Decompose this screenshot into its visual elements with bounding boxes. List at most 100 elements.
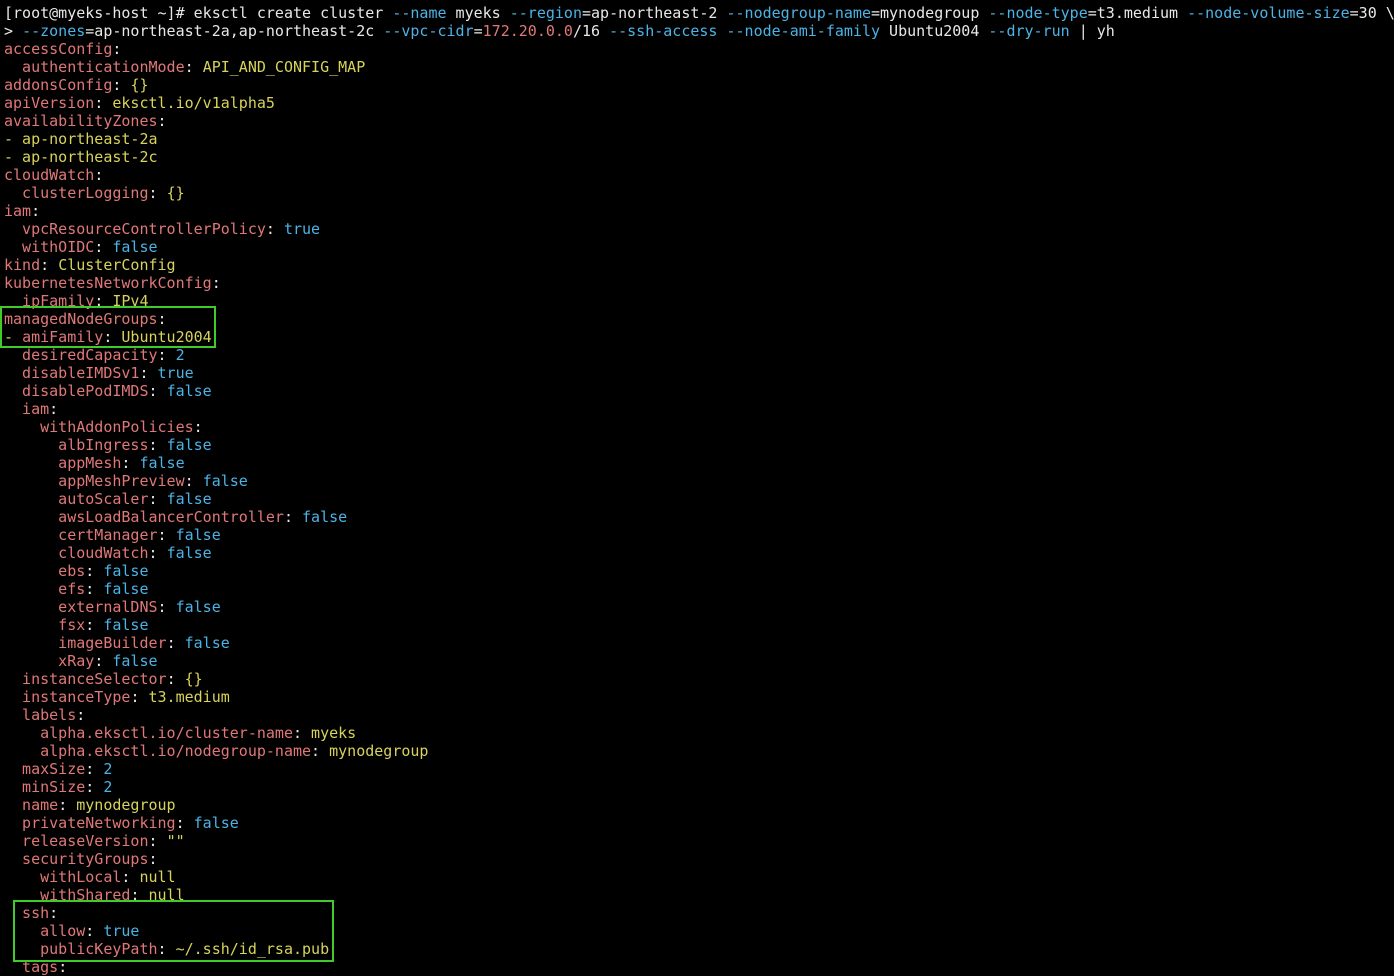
yaml-line: withAddonPolicies: <box>4 418 1394 436</box>
terminal-text-segment: : <box>139 364 158 382</box>
yaml-line: iam: <box>4 202 1394 220</box>
terminal-text-segment: false <box>103 580 149 598</box>
terminal-text-segment: vpcResourceControllerPolicy <box>4 220 266 238</box>
terminal-text-segment: ebs <box>4 562 86 580</box>
terminal-text-segment: : <box>121 868 140 886</box>
terminal-text-segment: labels <box>4 706 77 724</box>
terminal-text-segment: > <box>4 22 23 40</box>
terminal-text-segment: --node-ami-family <box>726 22 881 40</box>
yaml-line: labels: <box>4 706 1394 724</box>
yaml-line: albIngress: false <box>4 436 1394 454</box>
terminal-text-segment: =30 \ <box>1349 4 1394 22</box>
terminal-text-segment: --ssh-access <box>609 22 718 40</box>
yaml-line: appMesh: false <box>4 454 1394 472</box>
terminal-text-segment: alpha.eksctl.io/cluster-name <box>4 724 293 742</box>
terminal-text-segment: iam <box>4 400 50 418</box>
terminal-text-segment: false <box>166 544 212 562</box>
highlight-box-managed-node-groups <box>0 306 216 348</box>
yaml-line: disablePodIMDS: false <box>4 382 1394 400</box>
terminal-text-segment: : <box>85 760 104 778</box>
terminal-text-segment: : <box>148 832 167 850</box>
yaml-line: availabilityZones: <box>4 112 1394 130</box>
terminal-text-segment: disablePodIMDS <box>4 382 149 400</box>
terminal-text-segment: : <box>148 850 158 868</box>
yaml-line: appMeshPreview: false <box>4 472 1394 490</box>
terminal-text-segment: myeks <box>446 4 510 22</box>
terminal-text-segment: Ubuntu2004 <box>880 22 989 40</box>
terminal-text-segment: : <box>31 202 41 220</box>
terminal-text-segment: withAddonPolicies <box>4 418 194 436</box>
terminal-text-segment: xRay <box>4 652 95 670</box>
terminal-text-segment: true <box>157 364 194 382</box>
yaml-line: iam: <box>4 400 1394 418</box>
terminal-text-segment: awsLoadBalancerController <box>4 508 284 526</box>
terminal-text-segment: [root@myeks-host ~]# eksctl create clust… <box>4 4 393 22</box>
terminal-text-segment: /16 <box>572 22 610 40</box>
terminal-text-segment: : <box>148 436 167 454</box>
terminal-text-segment: false <box>175 598 221 616</box>
terminal-text-segment: fsx <box>4 616 86 634</box>
terminal-text-segment: : <box>148 544 167 562</box>
terminal-text-segment: : <box>283 508 303 526</box>
terminal-text-segment: t3.medium <box>148 688 230 706</box>
terminal-text-segment: false <box>139 454 185 472</box>
terminal-text-segment: : <box>85 616 104 634</box>
terminal-text-segment: false <box>202 472 248 490</box>
yaml-line: certManager: false <box>4 526 1394 544</box>
terminal-text-segment: iam <box>4 202 32 220</box>
yaml-line: cloudWatch: <box>4 166 1394 184</box>
terminal-text-segment: null <box>139 868 176 886</box>
terminal-text-segment: : <box>94 652 113 670</box>
terminal-text-segment: =mynodegroup <box>870 4 989 22</box>
yaml-line: kind: ClusterConfig <box>4 256 1394 274</box>
terminal-window[interactable]: [root@myeks-host ~]# eksctl create clust… <box>0 0 1394 976</box>
terminal-text-segment: autoScaler <box>4 490 149 508</box>
terminal-text-segment: 2 <box>175 346 185 364</box>
yaml-line: privateNetworking: false <box>4 814 1394 832</box>
yaml-line: - ap-northeast-2a <box>4 130 1394 148</box>
yaml-line: addonsConfig: {} <box>4 76 1394 94</box>
terminal-text-segment: false <box>175 526 221 544</box>
terminal-text-segment: : <box>130 688 149 706</box>
yaml-line: kubernetesNetworkConfig: <box>4 274 1394 292</box>
terminal-text-segment: securityGroups <box>4 850 149 868</box>
terminal-text-segment: --nodegroup-name <box>726 4 871 22</box>
terminal-text-segment: false <box>184 634 230 652</box>
terminal-text-segment: externalDNS <box>4 598 158 616</box>
terminal-text-segment: --dry-run <box>988 22 1070 40</box>
terminal-text-segment: =ap-northeast-2 <box>581 4 727 22</box>
terminal-text-segment: = <box>473 22 483 40</box>
terminal-text-segment: disableIMDSv1 <box>4 364 140 382</box>
terminal-text-segment: --zones <box>22 22 86 40</box>
terminal-text-segment: false <box>112 238 158 256</box>
terminal-text-segment: ClusterConfig <box>58 256 176 274</box>
terminal-text-segment: "" <box>166 832 185 850</box>
yaml-line: vpcResourceControllerPolicy: true <box>4 220 1394 238</box>
yaml-line: name: mynodegroup <box>4 796 1394 814</box>
terminal-text-segment: false <box>166 382 212 400</box>
terminal-text-segment: withOIDC <box>4 238 95 256</box>
terminal-text-segment: : <box>166 670 185 688</box>
terminal-text-segment: --name <box>392 4 447 22</box>
terminal-text-segment: appMeshPreview <box>4 472 185 490</box>
yaml-line: withLocal: null <box>4 868 1394 886</box>
terminal-text-segment: : <box>121 454 140 472</box>
terminal-text-segment: apiVersion <box>4 94 95 112</box>
yaml-line: desiredCapacity: 2 <box>4 346 1394 364</box>
terminal-text-segment: appMesh <box>4 454 122 472</box>
terminal-text-segment: : <box>148 490 167 508</box>
terminal-text-segment: : <box>166 634 185 652</box>
yaml-line: minSize: 2 <box>4 778 1394 796</box>
terminal-text-segment: instanceSelector <box>4 670 167 688</box>
terminal-text-segment: false <box>193 814 239 832</box>
terminal-text-segment: : <box>94 94 113 112</box>
terminal-text-segment: efs <box>4 580 86 598</box>
terminal-text-segment: true <box>283 220 321 238</box>
terminal-text-segment: name <box>4 796 59 814</box>
yaml-line: securityGroups: <box>4 850 1394 868</box>
terminal-text-segment: availabilityZones <box>4 112 158 130</box>
terminal-text-segment: =ap-northeast-2a,ap-northeast-2c <box>85 22 384 40</box>
terminal-text-segment: {} <box>166 184 185 202</box>
terminal-text-segment: : <box>94 166 104 184</box>
yaml-line: authenticationMode: API_AND_CONFIG_MAP <box>4 58 1394 76</box>
